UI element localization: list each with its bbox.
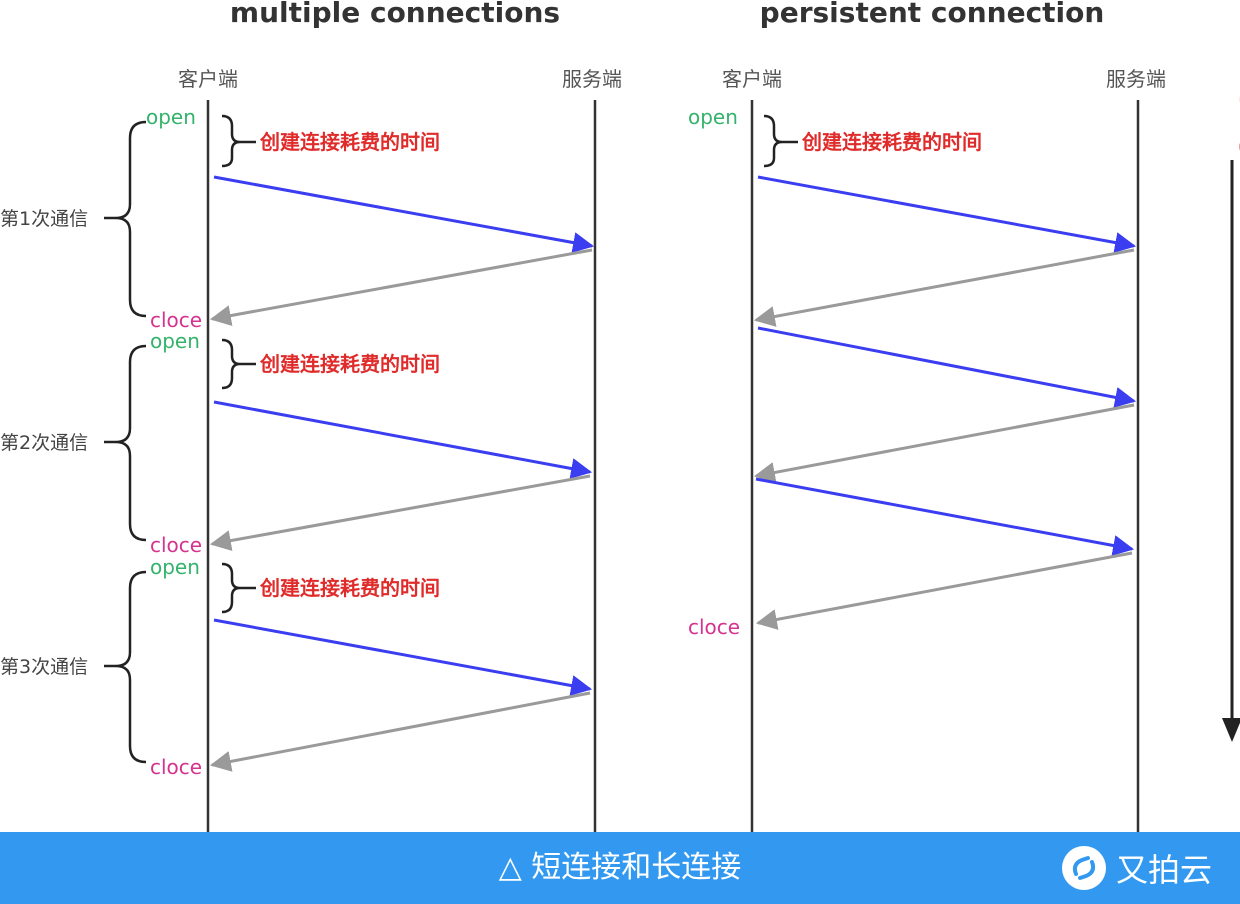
connection-cost-brace [221, 114, 241, 168]
request-arrow [213, 618, 593, 696]
connection-cost-label: 创建连接耗费的时间 [259, 576, 440, 600]
diagram-canvas: multiple connections persistent connecti… [0, 0, 1240, 832]
response-arrow [209, 248, 593, 326]
connection-cost-brace [763, 114, 783, 168]
caption-text: △ 短连接和长连接 [498, 850, 742, 885]
round-brace [115, 120, 147, 318]
connection-cost-label: 创建连接耗费的时间 [801, 130, 982, 154]
brand: 又拍云 [1061, 842, 1212, 894]
time-axis-label: time [1232, 80, 1240, 156]
brand-name: 又拍云 [1115, 851, 1212, 889]
request-arrow [757, 175, 1137, 253]
diagram: multiple connections persistent connecti… [0, 0, 1240, 904]
request-arrow [213, 175, 595, 253]
response-arrow [753, 248, 1135, 327]
connection-cost-label: 创建连接耗费的时间 [259, 352, 440, 376]
title-multiple-connections: multiple connections [230, 0, 560, 29]
response-arrow [209, 691, 591, 772]
upyun-logo-icon [1061, 846, 1106, 890]
close-label: cloce [150, 755, 202, 779]
left-server-header: 服务端 [562, 67, 622, 91]
right-server-header: 服务端 [1106, 67, 1166, 91]
caption-bar: △ 短连接和长连接 又拍云 [0, 832, 1240, 904]
connection-cost-brace [221, 338, 241, 390]
close-label: cloce [150, 533, 202, 557]
round-3-label: 第3次通信 [0, 656, 88, 678]
left-client-header: 客户端 [178, 67, 238, 91]
arrow-down-icon [1222, 718, 1240, 742]
response-arrow [755, 551, 1133, 630]
round-brace [115, 344, 147, 542]
response-arrow [753, 403, 1135, 483]
right-client-header: 客户端 [722, 67, 782, 91]
round-1-label: 第1次通信 [0, 208, 88, 230]
request-arrow [757, 326, 1137, 408]
open-label: open [150, 555, 200, 579]
close-label: cloce [688, 615, 740, 639]
title-persistent-connection: persistent connection [760, 0, 1105, 29]
round-brace [115, 570, 147, 764]
open-label: open [150, 329, 200, 353]
connection-cost-label: 创建连接耗费的时间 [259, 130, 440, 154]
request-arrow [213, 400, 593, 479]
round-2-label: 第2次通信 [0, 432, 88, 454]
response-arrow [209, 474, 591, 551]
open-label: open [688, 105, 738, 129]
connection-cost-brace [221, 562, 241, 614]
request-arrow [755, 477, 1135, 556]
open-label: open [146, 105, 196, 129]
